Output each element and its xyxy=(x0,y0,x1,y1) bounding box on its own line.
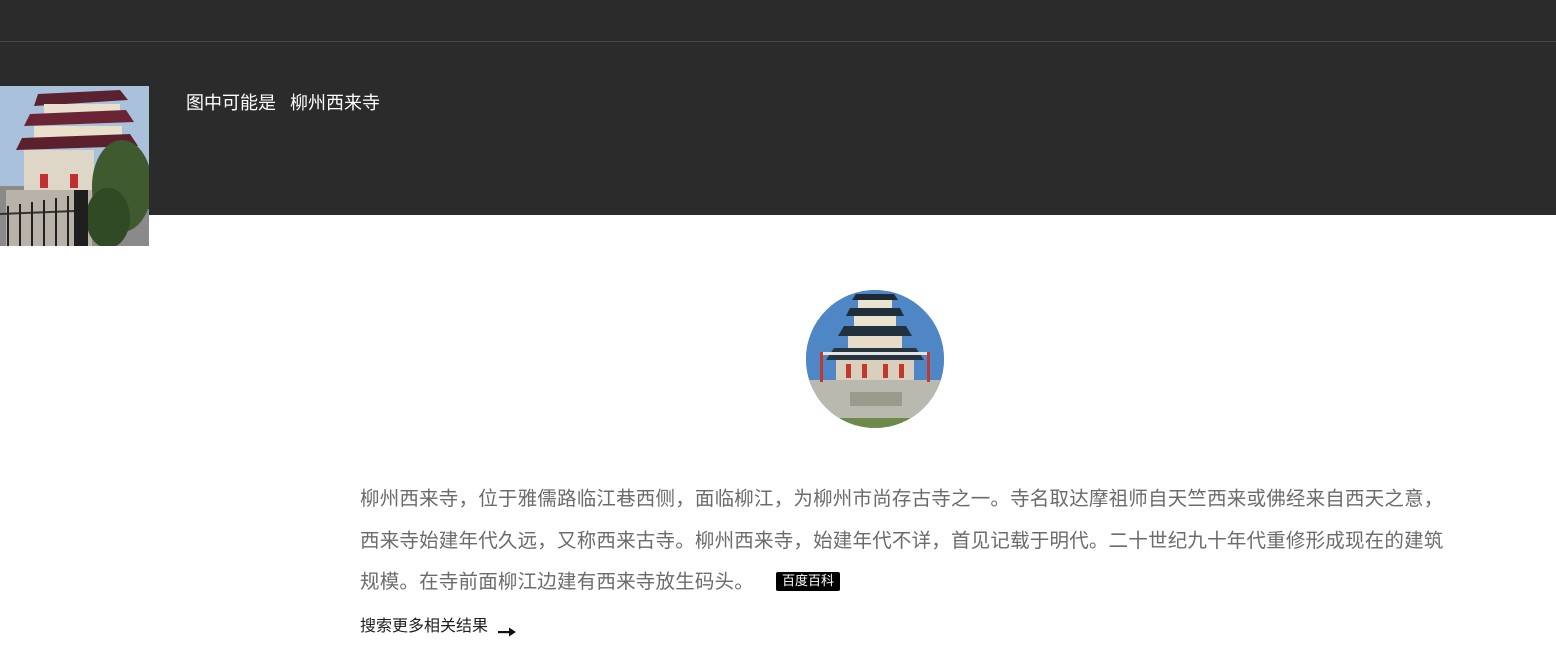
description-text: 柳州西来寺，位于雅儒路临江巷西侧，面临柳江，为柳州市尚存古寺之一。寺名取达摩祖师… xyxy=(360,487,1444,593)
top-bar xyxy=(0,0,1556,42)
recognition-result: 图中可能是 柳州西来寺 xyxy=(186,92,380,116)
arrow-right-icon xyxy=(498,621,517,637)
entity-description: 柳州西来寺，位于雅儒路临江巷西侧，面临柳江，为柳州市尚存古寺之一。寺名取达摩祖师… xyxy=(360,478,1446,603)
source-badge-baike[interactable]: 百度百科 xyxy=(776,572,841,591)
recognition-header xyxy=(0,42,1556,215)
search-more-label: 搜索更多相关结果 xyxy=(360,616,489,635)
recognition-prefix: 图中可能是 xyxy=(186,93,276,114)
recognized-entity-name[interactable]: 柳州西来寺 xyxy=(290,93,380,114)
entity-avatar-image xyxy=(806,290,944,428)
query-image-thumbnail[interactable] xyxy=(0,86,149,246)
search-more-results-link[interactable]: 搜索更多相关结果 xyxy=(360,615,517,637)
